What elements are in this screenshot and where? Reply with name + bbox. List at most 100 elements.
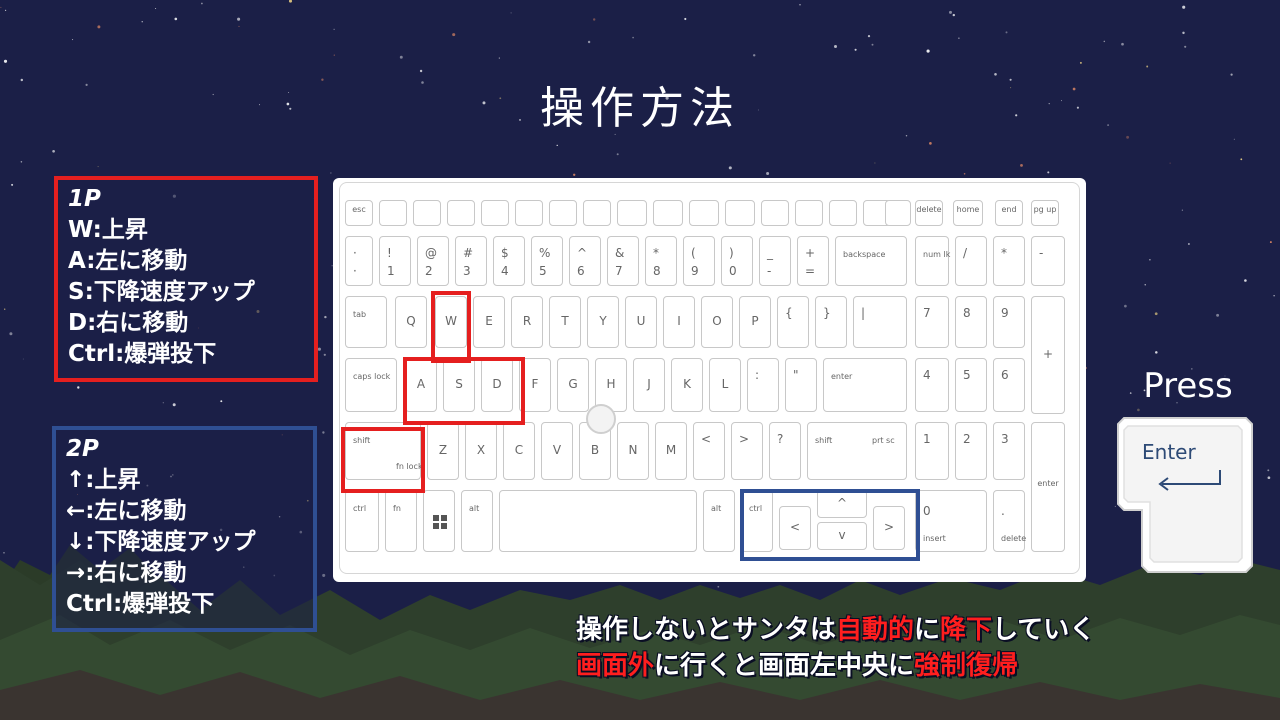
star xyxy=(1240,158,1243,161)
key-f13 xyxy=(795,200,823,226)
key-p: P xyxy=(739,296,771,348)
star xyxy=(510,12,512,14)
key-esc: esc xyxy=(345,200,373,226)
key-7: & 7 xyxy=(607,236,639,286)
star xyxy=(752,54,756,57)
enter-key-label: Enter xyxy=(1142,440,1196,464)
star xyxy=(616,153,619,156)
star xyxy=(1144,284,1146,286)
player1-control-down: S:下降速度アップ xyxy=(68,279,255,305)
star xyxy=(52,149,55,153)
key-f11 xyxy=(725,200,755,226)
key-f14 xyxy=(829,200,857,226)
key-f16 xyxy=(885,200,911,226)
star xyxy=(556,144,558,147)
star xyxy=(201,2,203,5)
page-title: 操作方法 xyxy=(540,83,740,134)
key-delete: delete xyxy=(915,200,943,226)
key-slash: ? xyxy=(769,422,801,480)
star xyxy=(1267,469,1270,472)
key-pg-up: pg up xyxy=(1031,200,1059,226)
star xyxy=(77,386,80,389)
star xyxy=(1273,295,1275,297)
key-num-lock: num lk xyxy=(915,236,950,286)
star xyxy=(141,21,143,23)
highlight-w xyxy=(431,291,471,363)
player2-heading: 2P xyxy=(66,436,99,462)
key-m: M xyxy=(655,422,687,480)
player2-control-left: ←:左に移動 xyxy=(66,498,187,524)
key-backslash: | xyxy=(853,296,907,348)
key-v: V xyxy=(541,422,573,480)
star xyxy=(949,10,952,14)
key-1: ! 1 xyxy=(379,236,411,286)
highlight-asd xyxy=(403,357,525,425)
star xyxy=(1005,31,1008,34)
player2-control-up: ↑:上昇 xyxy=(66,467,141,493)
star xyxy=(399,55,403,59)
star xyxy=(854,48,857,51)
key-period: > xyxy=(731,422,763,480)
star xyxy=(1137,408,1140,412)
key-equals: + = xyxy=(797,236,829,286)
star xyxy=(322,431,325,434)
notice-line2-part1: 画面外 xyxy=(576,651,655,681)
key-z: Z xyxy=(427,422,459,480)
key-enter: enter xyxy=(823,358,907,412)
player1-controls-panel: 1P W:上昇 A:左に移動 S:下降速度アップ D:右に移動 Ctrl:爆弾投… xyxy=(54,176,318,382)
star xyxy=(1121,42,1124,46)
player1-control-left: A:左に移動 xyxy=(68,248,188,274)
windows-logo-icon xyxy=(433,515,447,529)
star xyxy=(9,332,13,336)
star xyxy=(452,33,456,37)
key-minus: _ - xyxy=(759,236,791,286)
star xyxy=(871,43,874,46)
key-g: G xyxy=(557,358,589,412)
star xyxy=(4,9,7,12)
star xyxy=(867,35,871,38)
player2-control-bomb: Ctrl:爆弾投下 xyxy=(66,591,215,617)
key-caps-lock: caps lock xyxy=(345,358,397,412)
key-x: X xyxy=(465,422,497,480)
key-t: T xyxy=(549,296,581,348)
key-3: #3 xyxy=(455,236,487,286)
star xyxy=(592,18,596,21)
star xyxy=(220,400,223,403)
key-num-asterisk: * xyxy=(993,236,1025,286)
star xyxy=(1079,61,1082,64)
key-space xyxy=(499,490,697,552)
notice-line1-part4: 降下 xyxy=(940,615,993,645)
notice-line1-part3: に xyxy=(914,615,941,645)
star xyxy=(22,358,24,360)
key-num-9: 9 xyxy=(993,296,1025,348)
star xyxy=(174,17,178,21)
star xyxy=(587,40,591,44)
star xyxy=(1020,163,1023,167)
star xyxy=(172,403,176,407)
key-i: I xyxy=(663,296,695,348)
key-2: @2 xyxy=(417,236,449,286)
key-num-4: 4 xyxy=(915,358,949,412)
star xyxy=(237,17,241,21)
key-8: * 8 xyxy=(645,236,677,286)
key-tab: tab xyxy=(345,296,387,348)
star xyxy=(72,39,74,41)
key-f4 xyxy=(481,200,509,226)
key-num-8: 8 xyxy=(955,296,987,348)
star xyxy=(952,13,955,17)
key-backtick: · · xyxy=(345,236,373,286)
star xyxy=(97,166,99,168)
star xyxy=(834,45,837,48)
star xyxy=(498,57,500,59)
key-comma: < xyxy=(693,422,725,480)
key-f7 xyxy=(583,200,611,226)
star xyxy=(162,402,164,404)
star xyxy=(0,6,2,8)
star xyxy=(323,353,326,356)
key-y: Y xyxy=(587,296,619,348)
star xyxy=(97,25,101,29)
notice-line1-part2: 自動的 xyxy=(836,615,915,645)
star xyxy=(1269,241,1272,244)
star xyxy=(1103,40,1106,43)
key-5: % 5 xyxy=(531,236,563,286)
